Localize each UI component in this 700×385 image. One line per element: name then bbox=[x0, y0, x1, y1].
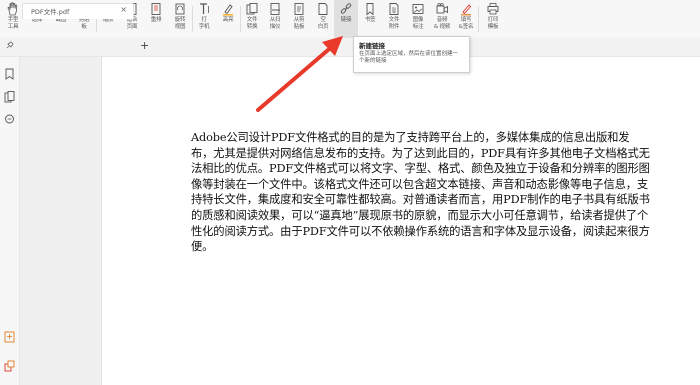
left-sidebar bbox=[0, 57, 20, 385]
from-clipboard-button[interactable]: 从剪 贴板 bbox=[287, 0, 311, 38]
typewriter-icon bbox=[200, 3, 209, 14]
pin-icon[interactable] bbox=[5, 41, 14, 50]
fill-sign-button[interactable]: 填写 &签名 bbox=[454, 0, 478, 38]
link-tooltip: 新建链接 在页面上选定区域，然后在该位置创建一个新的链接 bbox=[353, 36, 470, 73]
tab-title: PDF文件.pdf bbox=[31, 8, 70, 16]
file-convert-button[interactable]: 文件 转换 bbox=[240, 0, 264, 38]
rotate-view-button[interactable]: 旋转 视图 bbox=[168, 0, 192, 38]
blank-page-icon bbox=[318, 3, 328, 15]
typewriter-button[interactable]: 打 字机 bbox=[192, 0, 216, 38]
link-button[interactable]: 链接 bbox=[334, 0, 358, 38]
print-template-icon bbox=[487, 3, 499, 15]
tab-pdf-file[interactable]: PDF文件.pdf × bbox=[22, 3, 134, 19]
highlight-button[interactable]: 高亮 bbox=[216, 0, 240, 38]
hand-icon bbox=[7, 2, 18, 16]
from-scanner-button[interactable]: 从扫 描仪 bbox=[263, 0, 287, 38]
image-annotation-icon bbox=[412, 4, 424, 14]
reflow-icon bbox=[151, 3, 161, 15]
file-attachment-button[interactable]: 文件 附件 bbox=[382, 0, 406, 38]
bookmark-panel-icon[interactable] bbox=[4, 68, 15, 80]
toolbar-divider bbox=[478, 6, 479, 32]
tooltip-title: 新建链接 bbox=[359, 42, 385, 50]
blank-page-button[interactable]: 空 白页 bbox=[311, 0, 335, 38]
attachment-icon bbox=[389, 3, 399, 15]
from-clipboard-icon bbox=[294, 3, 304, 15]
bookmark-icon bbox=[366, 3, 374, 16]
scanner-icon bbox=[270, 3, 280, 15]
link-icon bbox=[340, 3, 352, 14]
tab-bar bbox=[0, 38, 700, 57]
bookmark-button[interactable]: 书签 bbox=[358, 0, 382, 38]
attachments-panel-icon[interactable] bbox=[4, 331, 15, 343]
highlight-icon bbox=[223, 4, 233, 16]
image-annotation-button[interactable]: 图像 标注 bbox=[406, 0, 430, 38]
comments-panel-icon[interactable] bbox=[4, 114, 15, 125]
pages-panel-icon[interactable] bbox=[4, 91, 15, 103]
layers-panel-icon[interactable] bbox=[4, 360, 15, 372]
file-convert-icon bbox=[246, 3, 258, 15]
audio-video-icon bbox=[436, 2, 448, 14]
tab-close-icon[interactable]: × bbox=[120, 5, 127, 14]
audio-video-button[interactable]: 音频 & 视频 bbox=[430, 0, 454, 38]
fill-sign-icon bbox=[461, 4, 472, 16]
tooltip-description: 在页面上选定区域，然后在该位置创建一个新的链接 bbox=[359, 51, 459, 64]
print-template-button[interactable]: 打印 模板 bbox=[481, 0, 505, 38]
new-tab-button[interactable]: + bbox=[140, 40, 149, 52]
reflow-button[interactable]: 重排 bbox=[144, 0, 168, 38]
document-body-text: Adobe公司设计PDF文件格式的目的是为了支持跨平台上的，多媒体集成的信息出版… bbox=[191, 131, 650, 254]
rotate-view-icon bbox=[175, 3, 185, 15]
